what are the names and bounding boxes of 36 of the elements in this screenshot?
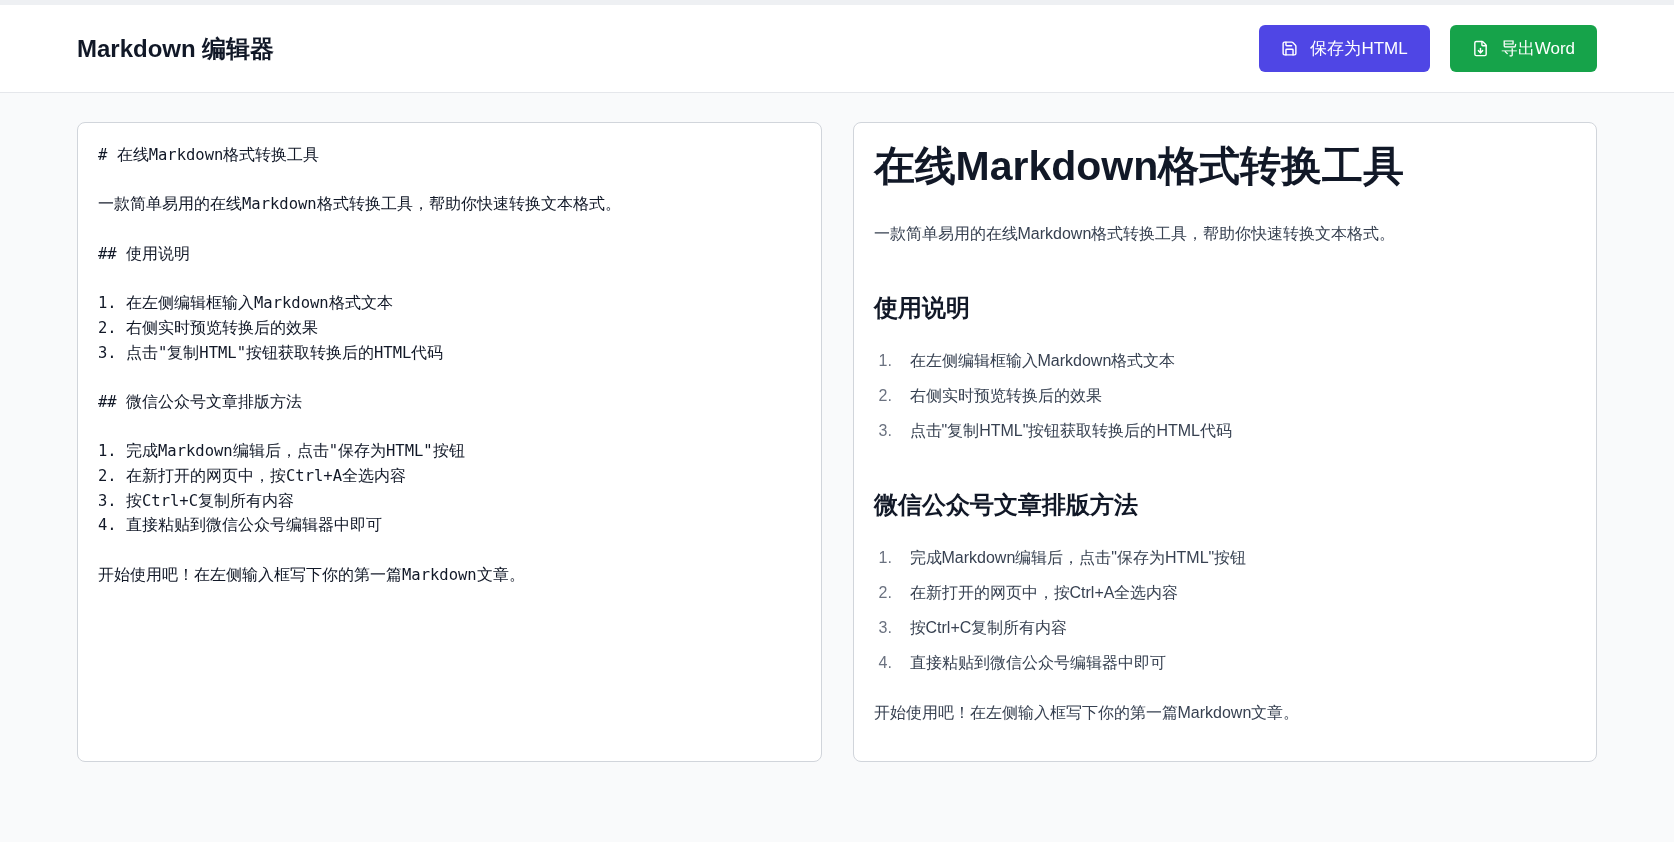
editor-line: 一款简单易用的在线Markdown格式转换工具，帮助你快速转换文本格式。 [98,194,621,216]
editor-line: # 在线Markdown格式转换工具 [98,145,320,166]
preview-heading: 在线Markdown格式转换工具 [873,142,1406,191]
editor-line: 1. 在左侧编辑框输入Markdown格式文本 [98,293,393,315]
list-number: 2. [877,386,893,407]
editor-line: 1. 完成Markdown编辑后，点击"保存为HTML"按钮 [98,441,465,463]
preview-paragraph: 开始使用吧！在左侧输入框写下你的第一篇Markdown文章。 [873,703,1301,724]
editor-line: 3. 点击"复制HTML"按钮获取转换后的HTML代码 [98,342,444,364]
list-number: 4. [877,653,893,674]
editor-line: 4. 直接粘贴到微信公众号编辑器中即可 [98,515,382,537]
preview-subheading: 微信公众号文章排版方法 [873,490,1139,521]
editor-line: 2. 右侧实时预览转换后的效果 [98,317,318,339]
list-number: 3. [877,421,893,442]
list-number: 1. [877,548,893,569]
list-item-text: 完成Markdown编辑后，点击"保存为HTML"按钮 [909,548,1247,569]
list-number: 1. [877,351,893,372]
app-title: Markdown 编辑器 [77,33,275,64]
editor-line: ## 微信公众号文章排版方法 [98,391,302,413]
list-number: 3. [877,618,893,639]
editor-line: ## 使用说明 [98,243,190,265]
markdown-editor[interactable] [77,122,822,762]
list-item-text: 在新打开的网页中，按Ctrl+A全选内容 [909,583,1179,604]
list-item-text: 直接粘贴到微信公众号编辑器中即可 [909,653,1166,674]
list-item-text: 点击"复制HTML"按钮获取转换后的HTML代码 [909,421,1232,442]
editor-line: 2. 在新打开的网页中，按Ctrl+A全选内容 [98,466,406,488]
list-item-text: 按Ctrl+C复制所有内容 [909,618,1068,639]
export-word-button[interactable]: 导出Word [1449,25,1597,72]
save-html-button[interactable]: 保存为HTML [1259,25,1430,72]
list-number: 2. [877,583,893,604]
preview-subheading: 使用说明 [873,293,971,324]
file-download-icon [1471,40,1489,57]
list-item-text: 右侧实时预览转换后的效果 [909,386,1102,407]
editor-line: 开始使用吧！在左侧输入框写下你的第一篇Markdown文章。 [98,564,525,586]
editor-line: 3. 按Ctrl+C复制所有内容 [98,490,294,512]
list-item-text: 在左侧编辑框输入Markdown格式文本 [909,351,1176,372]
preview-paragraph: 一款简单易用的在线Markdown格式转换工具，帮助你快速转换文本格式。 [873,224,1397,245]
